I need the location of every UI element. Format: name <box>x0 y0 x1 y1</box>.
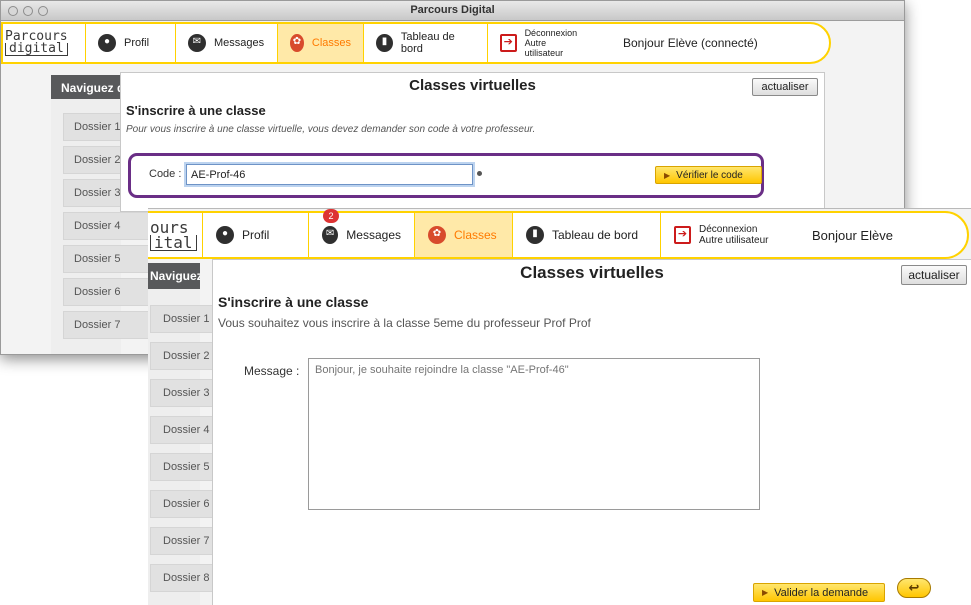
nav-deconnexion[interactable]: ➔ Déconnexion Autre utilisateur <box>660 213 788 257</box>
nav-profil-label: Profil <box>242 228 270 242</box>
logout-labels: Déconnexion Autre utilisateur <box>699 224 768 246</box>
panel-title: Classes virtuelles <box>409 77 536 94</box>
nav-deconnexion[interactable]: ➔ Déconnexion Autre utilisateur <box>487 24 597 62</box>
code-entry-highlight: Code : ▶ Vérifier le code <box>128 153 764 198</box>
user-icon: ● <box>216 226 234 244</box>
nav-tableau-label: Tableau de bord <box>552 228 639 242</box>
message-label: Message : <box>244 364 300 378</box>
window-title: Parcours Digital <box>410 4 495 16</box>
submit-request-label: Valider la demande <box>774 586 869 599</box>
foreground-window: ours ital ● Profil 2 ✉ Messages ✿ Classe… <box>148 208 971 605</box>
nav-classes-label: Classes <box>311 37 351 49</box>
refresh-button[interactable]: actualiser <box>752 78 818 96</box>
nav-tableau-de-bord[interactable]: ▮ Tableau de bord <box>363 24 487 62</box>
sidebar-title: Naviguez dans vos dossiers <box>148 263 200 289</box>
dashboard-icon: ▮ <box>376 34 393 52</box>
instruction-text: Pour vous inscrire à une classe virtuell… <box>126 124 536 135</box>
parcours-digital-logo[interactable]: ours ital <box>150 220 202 251</box>
top-navigation-bar: Parcours digital ● Profil ✉ Messages ✿ C… <box>1 22 831 64</box>
refresh-button[interactable]: actualiser <box>901 265 967 285</box>
nav-tableau-de-bord[interactable]: ▮ Tableau de bord <box>512 213 660 257</box>
verify-code-label: Vérifier le code <box>676 169 743 181</box>
logout-label: Déconnexion <box>524 28 578 38</box>
class-info-text: Vous souhaitez vous inscrire à la classe… <box>218 316 591 330</box>
nav-profil[interactable]: ● Profil <box>85 24 175 62</box>
logout-label: Déconnexion <box>699 224 758 235</box>
folder-list: Dossier 1 Dossier 2 Dossier 3 Dossier 4 … <box>51 99 183 354</box>
logout-door-icon: ➔ <box>674 226 691 244</box>
nav-messages[interactable]: ✉ Messages <box>175 24 277 62</box>
folder-list: Dossier 1 Dossier 2 Dossier 3 Dossier 4 … <box>148 289 270 605</box>
nav-classes[interactable]: ✿ Classes <box>414 213 512 257</box>
nav-classes-label: Classes <box>454 228 497 242</box>
user-greeting: Bonjour Elève <box>812 227 893 243</box>
required-dot <box>477 171 482 176</box>
nav-messages-label: Messages <box>214 37 265 49</box>
back-arrow-button[interactable]: ↩ <box>897 578 931 598</box>
unread-count-badge: 2 <box>323 209 339 223</box>
verify-code-button[interactable]: ▶ Vérifier le code <box>655 166 762 184</box>
switch-user-label: Autre utilisateur <box>524 38 564 58</box>
window-titlebar: Parcours Digital <box>1 1 904 21</box>
submit-request-button[interactable]: ▶ Valider la demande <box>753 583 885 602</box>
section-title: S'inscrire à une classe <box>218 294 369 310</box>
classes-icon: ✿ <box>290 34 304 52</box>
envelope-icon: ✉ <box>188 34 206 52</box>
nav-classes[interactable]: ✿ Classes <box>277 24 363 62</box>
logo-line-2: ital <box>150 234 197 251</box>
nav-profil-label: Profil <box>124 37 150 49</box>
user-icon: ● <box>98 34 116 52</box>
user-greeting: Bonjour Elève (connecté) <box>623 36 758 50</box>
message-textarea[interactable] <box>308 358 760 510</box>
nav-profil[interactable]: ● Profil <box>202 213 308 257</box>
class-code-input[interactable] <box>186 164 473 185</box>
play-arrow-icon: ▶ <box>762 588 769 597</box>
panel-title: Classes virtuelles <box>520 263 664 282</box>
nav-messages-label: Messages <box>346 228 401 242</box>
envelope-icon: ✉ <box>322 226 339 244</box>
play-arrow-icon: ▶ <box>664 170 671 180</box>
nav-tableau-label: Tableau de bord <box>400 31 455 55</box>
sidebar-title: Naviguez dans vos dossiers <box>51 75 121 99</box>
classes-panel: Classes virtuelles actualiser S'inscrire… <box>212 259 971 605</box>
nav-messages[interactable]: 2 ✉ Messages <box>308 209 414 257</box>
logo-line-2: digital <box>5 42 68 56</box>
classes-icon: ✿ <box>428 226 446 244</box>
top-navigation-bar: ours ital ● Profil 2 ✉ Messages ✿ Classe… <box>148 209 969 259</box>
dashboard-icon: ▮ <box>526 226 544 244</box>
section-title: S'inscrire à une classe <box>126 103 266 118</box>
logout-door-icon: ➔ <box>500 34 517 52</box>
logout-labels: Déconnexion Autre utilisateur <box>525 28 585 58</box>
parcours-digital-logo[interactable]: Parcours digital <box>3 30 85 56</box>
code-label: Code : <box>149 168 182 180</box>
switch-user-label: Autre utilisateur <box>699 235 769 246</box>
